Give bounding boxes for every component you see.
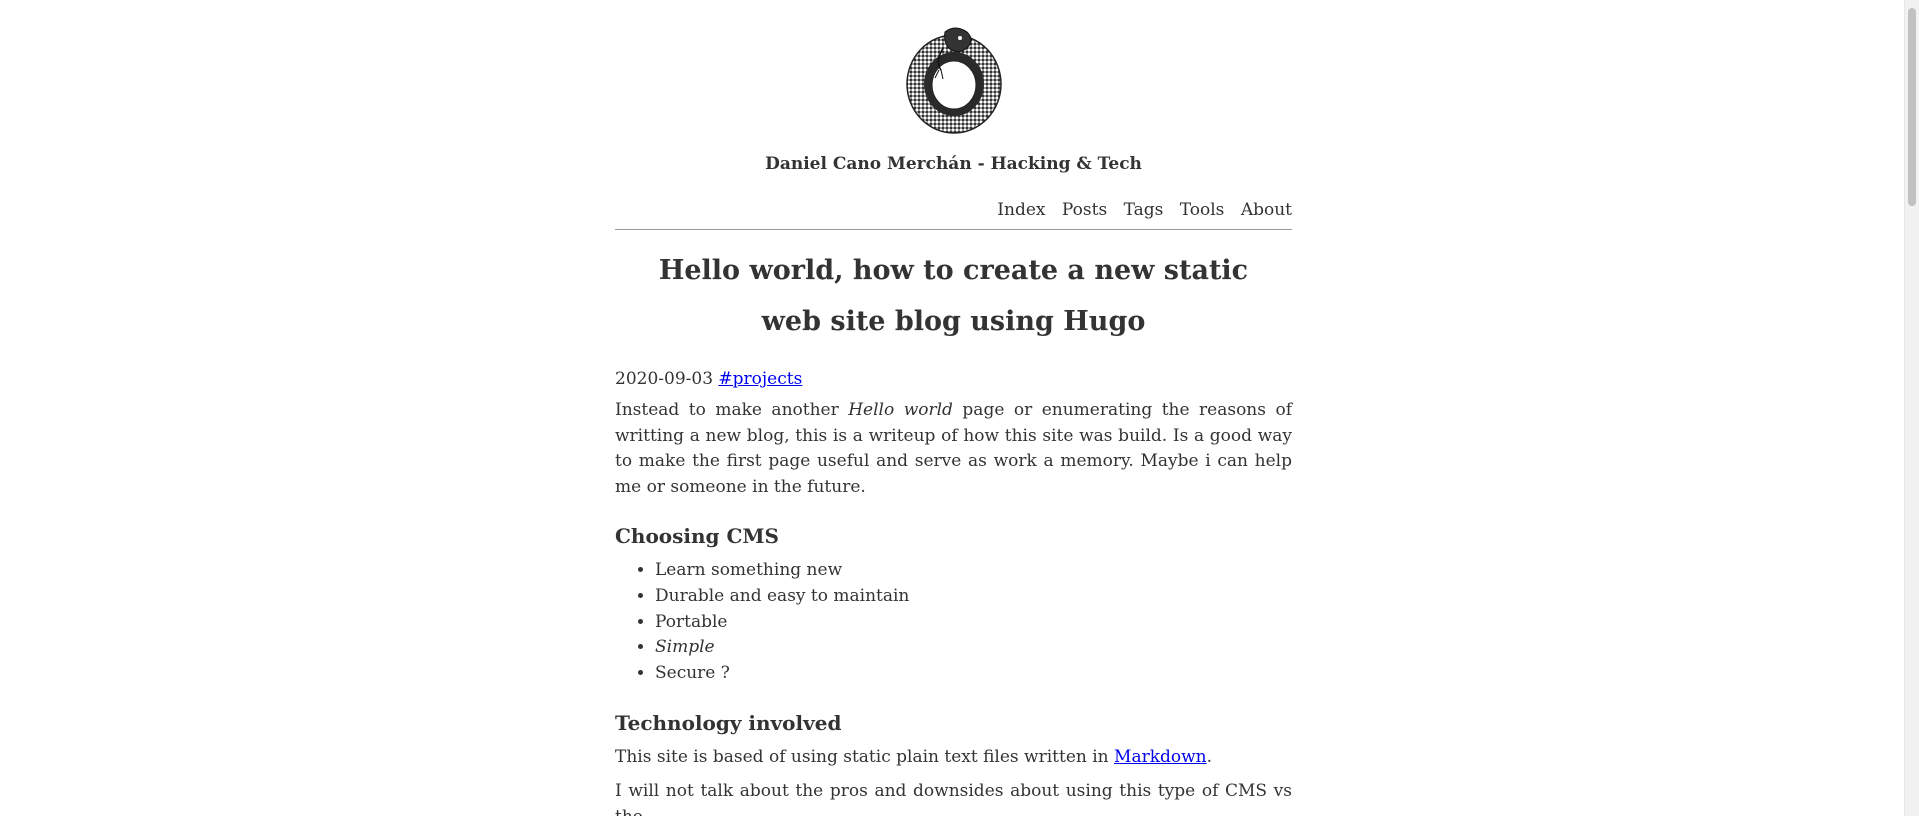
nav-item-index[interactable]: Index [997,200,1045,220]
intro-emphasis: Hello world [848,400,953,420]
list-item: Secure ? [655,661,1292,687]
technology-text-after: . [1206,746,1213,767]
section-heading-technology: Technology involved [615,710,842,735]
list-item: Portable [655,610,1292,636]
nav-item-tools[interactable]: Tools [1180,200,1225,220]
intro-paragraph: Instead to make another Hello world page… [615,398,1292,500]
post-date: 2020-09-03 [615,369,714,389]
list-item-emphasis: Simple [655,637,715,658]
post-title: Hello world, how to create a new static … [658,255,1249,337]
main-nav: Index Posts Tags Tools About [615,200,1292,230]
page: Daniel Cano Merchán - Hacking & Tech Ind… [0,0,1919,816]
next-paragraph: I will not talk about the pros and downs… [615,781,1292,816]
nav-item-posts[interactable]: Posts [1062,200,1107,220]
list-item: Durable and easy to maintain [655,584,1292,610]
nav-item-tags[interactable]: Tags [1124,200,1164,220]
markdown-link[interactable]: Markdown [1114,747,1207,767]
technology-paragraph: This site is based of using static plain… [615,745,1292,771]
technology-text-before: This site is based of using static plain… [615,746,1115,767]
post-meta: 2020-09-03 #projects [615,369,1292,389]
main-container: Daniel Cano Merchán - Hacking & Tech Ind… [615,0,1292,816]
page-scrollbar[interactable] [1904,0,1919,816]
nav-item-about[interactable]: About [1241,200,1292,220]
site-logo[interactable] [615,0,1292,140]
scrollbar-thumb[interactable] [1908,8,1916,206]
list-item: Simple [655,635,1292,661]
intro-text-before: Instead to make another [615,400,849,420]
cms-criteria-list: Learn something new Durable and easy to … [615,558,1292,687]
ouroboros-snake-icon [905,27,1002,134]
tag-link-projects[interactable]: #projects [718,369,802,389]
site-title[interactable]: Daniel Cano Merchán - Hacking & Tech [615,154,1292,178]
list-item: Learn something new [655,558,1292,584]
section-heading-choosing-cms: Choosing CMS [615,524,779,548]
